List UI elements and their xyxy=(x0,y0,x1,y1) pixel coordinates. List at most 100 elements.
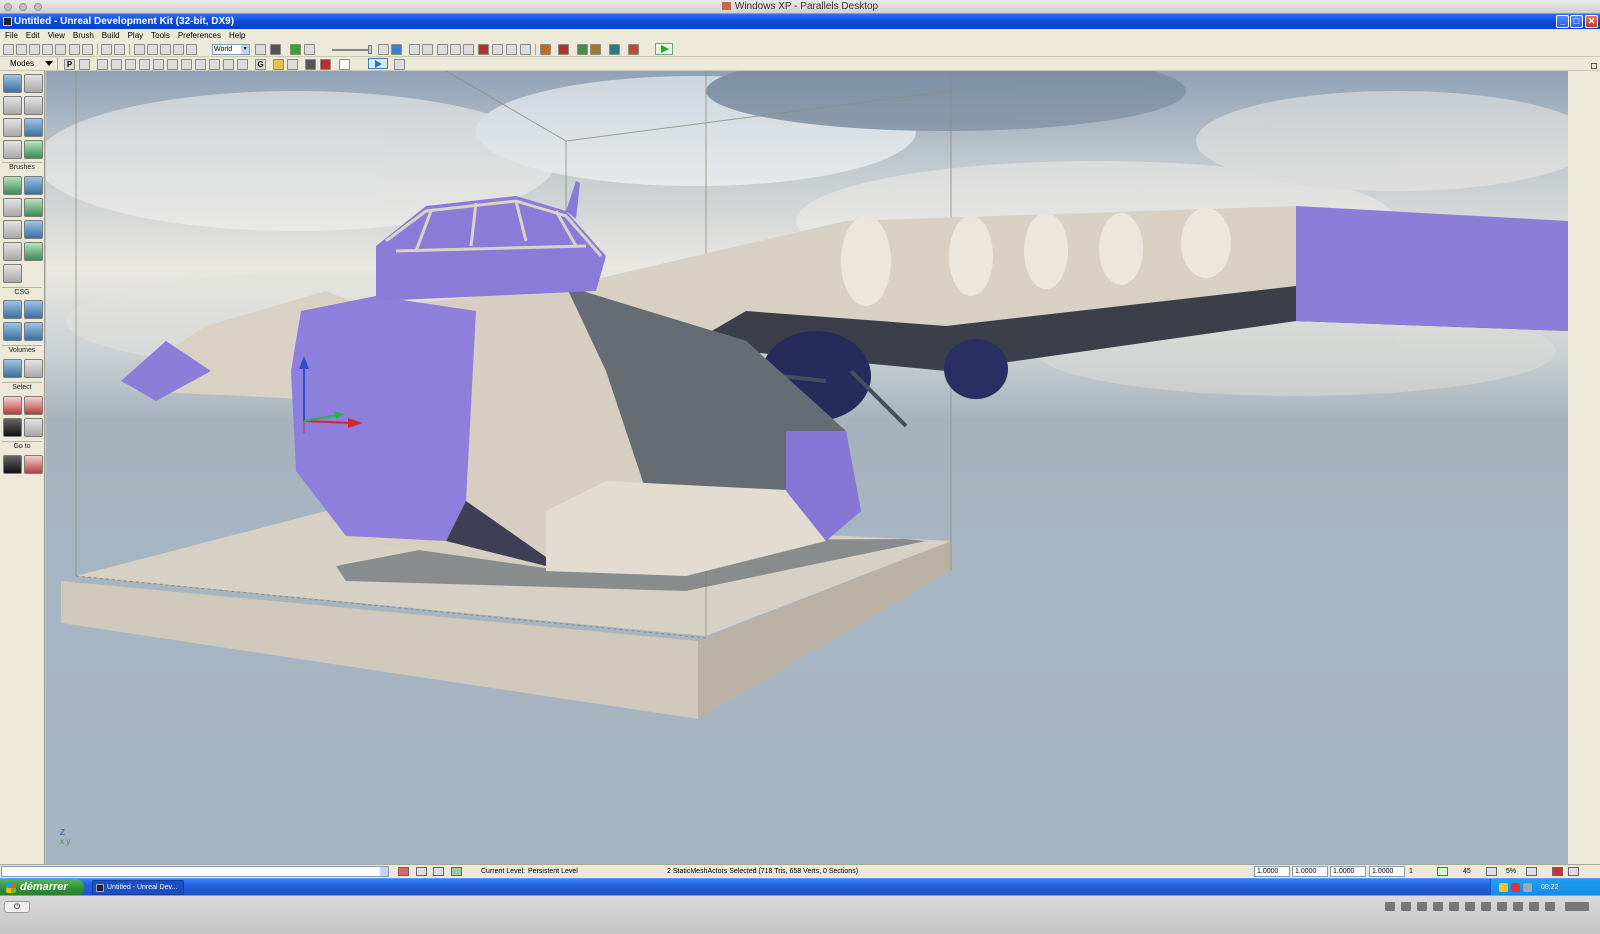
taskbar-item-udk[interactable]: Untitled - Unreal Dev... xyxy=(92,880,184,895)
cook-icon[interactable] xyxy=(590,44,601,55)
select-mode-icon[interactable] xyxy=(134,44,145,55)
detail-lighting-icon[interactable] xyxy=(153,59,164,70)
play-on-pc-icon[interactable] xyxy=(540,44,551,55)
volume-list-icon[interactable] xyxy=(24,359,43,378)
play-in-editor-button[interactable] xyxy=(655,43,673,55)
swap-icon[interactable] xyxy=(520,44,531,55)
rotation-snap-toggle-icon[interactable] xyxy=(1437,867,1448,876)
cd-icon[interactable] xyxy=(1417,902,1427,911)
redo-icon[interactable] xyxy=(114,44,125,55)
drag-grid-z-field[interactable]: 1.0000 xyxy=(1330,866,1366,877)
current-level-icon[interactable] xyxy=(451,867,462,876)
menu-edit[interactable]: Edit xyxy=(23,29,43,42)
light-complexity-icon[interactable] xyxy=(181,59,192,70)
mac-close-icon[interactable] xyxy=(4,3,12,11)
undo-icon[interactable] xyxy=(101,44,112,55)
k-record-icon[interactable] xyxy=(628,44,639,55)
wireframe-icon[interactable] xyxy=(111,59,122,70)
viewport-frame-icon[interactable] xyxy=(339,59,350,70)
engine-right[interactable] xyxy=(944,339,1008,399)
show-selected-icon[interactable] xyxy=(3,396,22,415)
grid-size-value[interactable]: 1 xyxy=(1409,865,1413,878)
spiral-stair-icon[interactable] xyxy=(3,242,22,261)
clock[interactable]: 08:22 xyxy=(1541,879,1559,896)
build-paths-icon[interactable] xyxy=(422,44,433,55)
foliage-icon[interactable] xyxy=(24,140,43,159)
eye-icon[interactable] xyxy=(287,59,298,70)
floppy-icon[interactable] xyxy=(1433,902,1443,911)
screenshot-icon[interactable] xyxy=(506,44,517,55)
menu-view[interactable]: View xyxy=(45,29,68,42)
menu-preferences[interactable]: Preferences xyxy=(175,29,224,42)
camera-speed-slider[interactable] xyxy=(332,45,372,54)
matinee-icon[interactable] xyxy=(304,44,315,55)
drag-grid-x-field[interactable]: 1.0000 xyxy=(1254,866,1290,877)
scale-snap-toggle-icon[interactable] xyxy=(1486,867,1497,876)
mac-zoom-icon[interactable] xyxy=(34,3,42,11)
texture-align-icon[interactable] xyxy=(24,96,43,115)
build-all-icon[interactable] xyxy=(450,44,461,55)
geometry-mode-icon[interactable] xyxy=(24,74,43,93)
volumetric-brush-icon[interactable] xyxy=(3,264,22,283)
close-button[interactable]: ✕ xyxy=(1585,15,1598,28)
preview-icon[interactable] xyxy=(1568,867,1579,876)
translate-mode-icon[interactable] xyxy=(147,44,158,55)
save-icon[interactable] xyxy=(42,44,53,55)
mesh-paint-icon[interactable] xyxy=(3,118,22,137)
sphere-brush-icon[interactable] xyxy=(24,242,43,261)
security-shield-icon[interactable] xyxy=(1499,883,1508,892)
perspective-icon[interactable]: P xyxy=(64,59,75,70)
autosave-icon[interactable] xyxy=(1526,867,1537,876)
lit-icon[interactable] xyxy=(139,59,150,70)
perspective-viewport[interactable]: Z x y xyxy=(46,71,1568,864)
go-to-actor-icon[interactable] xyxy=(3,455,22,474)
cinematic-icon[interactable] xyxy=(320,59,331,70)
texture-density-icon[interactable] xyxy=(195,59,206,70)
console-play-icon[interactable] xyxy=(558,44,569,55)
chevron-down-icon[interactable] xyxy=(380,867,388,876)
menu-tools[interactable]: Tools xyxy=(148,29,173,42)
gear-icon[interactable] xyxy=(1545,902,1555,911)
csg-intersect-icon[interactable] xyxy=(3,322,22,341)
keyboard-icon[interactable] xyxy=(1385,902,1395,911)
sheet-brush-icon[interactable] xyxy=(24,220,43,239)
maximize-viewport-corner-icon[interactable] xyxy=(1591,63,1597,69)
save-current-icon[interactable] xyxy=(69,44,80,55)
game-view-icon[interactable]: G xyxy=(255,59,266,70)
power-icon[interactable]: ⏻ xyxy=(4,901,30,913)
search-actors-icon[interactable] xyxy=(255,44,266,55)
csg-deintersect-icon[interactable] xyxy=(24,322,43,341)
lightmap-density-icon[interactable] xyxy=(223,59,234,70)
menu-help[interactable]: Help xyxy=(226,29,248,42)
slider-thumb[interactable] xyxy=(368,45,372,54)
realtime-icon[interactable] xyxy=(79,59,90,70)
drag-grid-icon[interactable] xyxy=(378,44,389,55)
curved-stair-icon[interactable] xyxy=(3,198,22,217)
mouse-icon[interactable] xyxy=(1401,902,1411,911)
kismet-icon[interactable] xyxy=(290,44,301,55)
build-lighting-icon[interactable] xyxy=(409,44,420,55)
rotation-snap-value[interactable]: 45 xyxy=(1463,865,1471,878)
minimize-button[interactable]: _ xyxy=(1556,15,1569,28)
play-in-viewport-button[interactable] xyxy=(368,58,388,69)
go-to-builder-brush-icon[interactable] xyxy=(24,455,43,474)
hide-selected-icon[interactable] xyxy=(24,396,43,415)
udk-app-icon[interactable] xyxy=(3,17,12,26)
landscape-icon[interactable] xyxy=(3,140,22,159)
menu-file[interactable]: File xyxy=(2,29,21,42)
actor-icon[interactable] xyxy=(305,59,316,70)
csg-subtract-icon[interactable] xyxy=(24,300,43,319)
invert-selection-icon[interactable] xyxy=(3,418,22,437)
lighting-overlay-icon[interactable] xyxy=(237,59,248,70)
menu-build[interactable]: Build xyxy=(99,29,123,42)
modes-header[interactable]: Modes xyxy=(0,57,58,70)
maximize-viewport-icon[interactable] xyxy=(394,59,405,70)
hdd-icon[interactable] xyxy=(1481,902,1491,911)
rotate-mode-icon[interactable] xyxy=(160,44,171,55)
terrain-mode-icon[interactable] xyxy=(3,96,22,115)
scale-mode-icon[interactable] xyxy=(173,44,184,55)
sound-icon[interactable] xyxy=(1465,902,1475,911)
start-button[interactable]: démarrer xyxy=(0,879,84,896)
build-geometry-icon[interactable] xyxy=(391,44,402,55)
options-icon[interactable] xyxy=(492,44,503,55)
